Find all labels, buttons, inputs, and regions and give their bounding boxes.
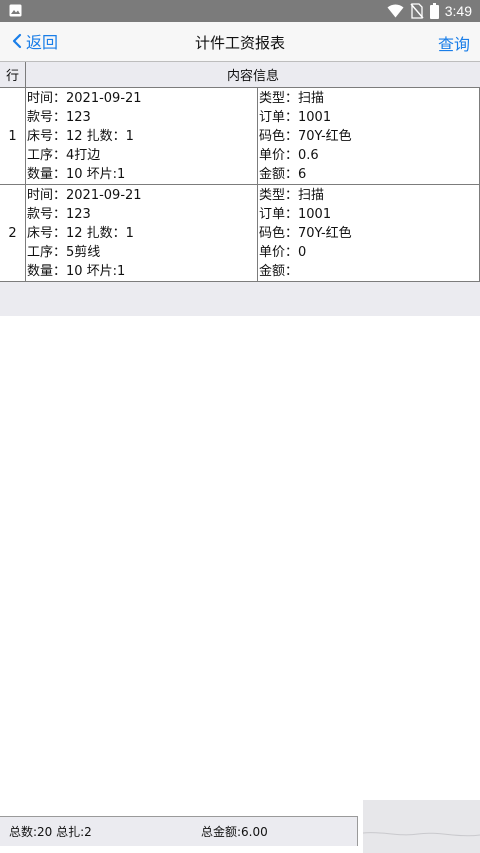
summary-amount: 总金额:6.00 bbox=[201, 825, 268, 839]
row-size-color: 码色：70Y-红色 bbox=[259, 226, 352, 241]
row-order: 订单：1001 bbox=[259, 207, 332, 222]
row-process: 工序：4打边 bbox=[27, 148, 101, 163]
row-order: 订单：1001 bbox=[259, 110, 332, 125]
row-bed-bundle: 床号：12 扎数：1 bbox=[27, 129, 134, 144]
row-unit-price: 单价：0.6 bbox=[259, 148, 319, 163]
row-details-left: 时间：2021-09-21 款号：123 床号：12 扎数：1 工序：4打边 数… bbox=[26, 88, 258, 184]
row-quantity: 数量：10 坏片:1 bbox=[27, 167, 126, 182]
preview-image bbox=[363, 800, 480, 853]
row-details-left: 时间：2021-09-21 款号：123 床号：12 扎数：1 工序：5剪线 数… bbox=[26, 185, 258, 281]
row-type: 类型：扫描 bbox=[259, 188, 325, 203]
row-details-right: 类型：扫描 订单：1001 码色：70Y-红色 单价：0 金额： bbox=[258, 185, 480, 281]
table-footer-spacer bbox=[0, 282, 480, 316]
row-amount: 金额： bbox=[259, 264, 299, 279]
row-style-no: 款号：123 bbox=[27, 110, 91, 125]
row-index: 1 bbox=[0, 88, 26, 184]
table-header: 行 内容信息 bbox=[0, 61, 480, 88]
summary-bar: 总数:20 总扎:2 总金额:6.00 bbox=[0, 816, 358, 846]
battery-icon bbox=[429, 3, 439, 19]
column-header-content: 内容信息 bbox=[226, 69, 279, 84]
nav-bar: 返回 计件工资报表 查询 bbox=[0, 22, 480, 61]
row-details-right: 类型：扫描 订单：1001 码色：70Y-红色 单价：0.6 金额：6 bbox=[258, 88, 480, 184]
row-type: 类型：扫描 bbox=[259, 91, 325, 106]
row-quantity: 数量：10 坏片:1 bbox=[27, 264, 126, 279]
column-header-row: 行 bbox=[0, 62, 26, 87]
row-index: 2 bbox=[0, 185, 26, 281]
row-process: 工序：5剪线 bbox=[27, 245, 101, 260]
table-row[interactable]: 2 时间：2021-09-21 款号：123 床号：12 扎数：1 工序：5剪线… bbox=[0, 185, 480, 282]
no-sim-icon bbox=[410, 3, 424, 19]
status-time: 3:49 bbox=[444, 3, 472, 19]
table-row[interactable]: 1 时间：2021-09-21 款号：123 床号：12 扎数：1 工序：4打边… bbox=[0, 88, 480, 185]
wifi-icon bbox=[387, 4, 404, 18]
row-time: 时间：2021-09-21 bbox=[27, 91, 142, 106]
row-size-color: 码色：70Y-红色 bbox=[259, 129, 352, 144]
summary-totals: 总数:20 总扎:2 bbox=[9, 825, 92, 839]
status-bar: 3:49 bbox=[0, 0, 480, 22]
row-amount: 金额：6 bbox=[259, 167, 307, 182]
gallery-icon bbox=[9, 4, 22, 17]
preview-thumbnail bbox=[363, 800, 480, 853]
row-bed-bundle: 床号：12 扎数：1 bbox=[27, 226, 134, 241]
row-time: 时间：2021-09-21 bbox=[27, 188, 142, 203]
row-unit-price: 单价：0 bbox=[259, 245, 307, 260]
row-style-no: 款号：123 bbox=[27, 207, 91, 222]
report-table: 行 内容信息 1 时间：2021-09-21 款号：123 床号：12 扎数：1… bbox=[0, 61, 480, 316]
query-button[interactable]: 查询 bbox=[438, 31, 470, 55]
page-title: 计件工资报表 bbox=[194, 34, 285, 52]
